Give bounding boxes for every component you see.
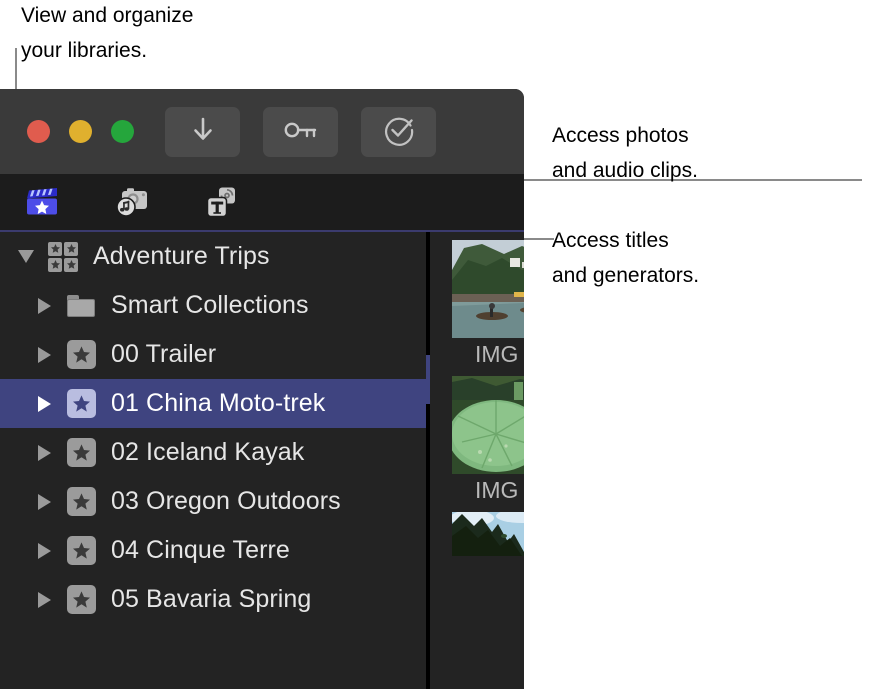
star-event-icon bbox=[66, 389, 96, 419]
disclosure-triangle-right-icon[interactable] bbox=[32, 444, 56, 461]
import-media-button[interactable] bbox=[165, 107, 240, 157]
star-event-icon bbox=[66, 487, 96, 517]
checkmark-circle-icon bbox=[382, 113, 416, 152]
callout-photos-text: Access photos and audio clips. bbox=[552, 124, 698, 182]
sidebar-item-smart-collections[interactable]: Smart Collections bbox=[0, 281, 426, 330]
sidebar-item-00-trailer[interactable]: 00 Trailer bbox=[0, 330, 426, 379]
sidebar-item-02-iceland-kayak[interactable]: 02 Iceland Kayak bbox=[0, 428, 426, 477]
sidebar-item-adventure-trips[interactable]: Adventure Trips bbox=[0, 232, 426, 281]
sidebar-item-03-oregon-outdoors[interactable]: 03 Oregon Outdoors bbox=[0, 477, 426, 526]
disclosure-triangle-right-icon[interactable] bbox=[32, 591, 56, 608]
star-event-icon bbox=[66, 438, 96, 468]
key-icon bbox=[283, 120, 319, 145]
libraries-sidebar: Adventure Trips Smart Collections 00 Tra… bbox=[0, 232, 426, 689]
disclosure-triangle-right-icon[interactable] bbox=[32, 297, 56, 314]
disclosure-triangle-right-icon[interactable] bbox=[32, 346, 56, 363]
zoom-button[interactable] bbox=[111, 120, 134, 143]
sidebar-item-label: 05 Bavaria Spring bbox=[111, 585, 312, 613]
sidebar-item-label: 01 China Moto-trek bbox=[111, 389, 326, 417]
download-arrow-icon bbox=[191, 116, 215, 149]
film-clapper-star-icon bbox=[24, 185, 62, 224]
window-controls bbox=[27, 120, 134, 143]
disclosure-triangle-right-icon[interactable] bbox=[32, 493, 56, 510]
disclosure-triangle-down-icon[interactable] bbox=[14, 250, 38, 263]
sidebar-item-04-cinque-terre[interactable]: 04 Cinque Terre bbox=[0, 526, 426, 575]
star-event-icon bbox=[66, 340, 96, 370]
selection-indicator-strip bbox=[426, 355, 430, 404]
window-body: Adventure Trips Smart Collections 00 Tra… bbox=[0, 232, 524, 689]
star-event-icon bbox=[66, 536, 96, 566]
star-event-icon bbox=[66, 585, 96, 615]
clip-item[interactable]: IMG bbox=[430, 376, 524, 504]
screenshot-root: View and organize your libraries. Access… bbox=[0, 0, 878, 689]
sidebar-item-label: Adventure Trips bbox=[93, 242, 270, 270]
sidebar-item-label: 03 Oregon Outdoors bbox=[111, 487, 341, 515]
window-toolbar bbox=[0, 89, 524, 174]
close-button[interactable] bbox=[27, 120, 50, 143]
clip-item[interactable] bbox=[430, 512, 524, 556]
sidebar-item-label: 04 Cinque Terre bbox=[111, 536, 290, 564]
callout-libraries-text: View and organize your libraries. bbox=[21, 4, 194, 62]
clip-thumbnail-river-boats[interactable] bbox=[452, 240, 524, 338]
analyze-button[interactable] bbox=[361, 107, 436, 157]
tab-libraries[interactable] bbox=[23, 186, 63, 222]
disclosure-triangle-right-icon[interactable] bbox=[32, 542, 56, 559]
clip-thumbnail-karst-mountain[interactable] bbox=[452, 512, 524, 556]
sidebar-item-05-bavaria-spring[interactable]: 05 Bavaria Spring bbox=[0, 575, 426, 624]
sidebar-item-label: 02 Iceland Kayak bbox=[111, 438, 305, 466]
toolbar-button-group bbox=[165, 107, 436, 157]
sidebar-tab-bar bbox=[0, 174, 524, 232]
sidebar-item-label: 00 Trailer bbox=[111, 340, 217, 368]
clip-item[interactable]: IMG bbox=[430, 240, 524, 368]
minimize-button[interactable] bbox=[69, 120, 92, 143]
clip-label: IMG bbox=[475, 341, 519, 367]
tab-photos-audio[interactable] bbox=[113, 186, 153, 222]
clip-thumbnail-lotus-leaf[interactable] bbox=[452, 376, 524, 474]
sidebar-item-label: Smart Collections bbox=[111, 291, 309, 319]
camera-music-note-icon bbox=[113, 185, 153, 224]
tab-titles-generators[interactable] bbox=[201, 186, 241, 222]
folder-icon bbox=[66, 291, 96, 321]
clip-label: IMG bbox=[475, 477, 519, 503]
title-generators-icon bbox=[202, 185, 240, 224]
library-grid-icon bbox=[48, 241, 78, 272]
keyword-editor-button[interactable] bbox=[263, 107, 338, 157]
callout-titles-text: Access titles and generators. bbox=[552, 229, 700, 287]
final-cut-pro-window: Adventure Trips Smart Collections 00 Tra… bbox=[0, 89, 524, 689]
sidebar-item-01-china-moto-trek[interactable]: 01 China Moto-trek bbox=[0, 379, 426, 428]
clip-browser: IMG IMG bbox=[430, 232, 524, 689]
disclosure-triangle-right-icon[interactable] bbox=[32, 395, 56, 412]
